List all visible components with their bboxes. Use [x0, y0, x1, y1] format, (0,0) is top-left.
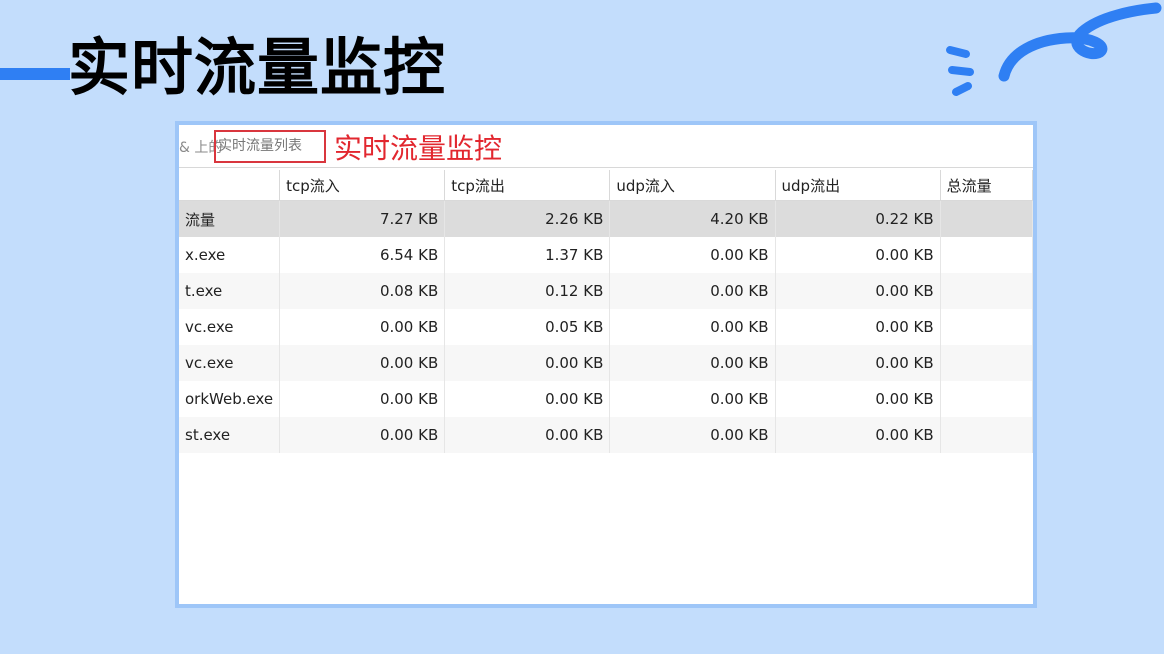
- screenshot-frame: & 上的 实时流量列表 实时流量监控 tcp流入 tcp流出 udp流入 udp…: [175, 121, 1037, 608]
- udp-in-value: 0.00 KB: [609, 309, 776, 345]
- tcp-in-value: 7.27 KB: [279, 200, 446, 237]
- table-header-row: tcp流入 tcp流出 udp流入 udp流出 总流量: [179, 170, 1033, 201]
- tcp-in-value: 6.54 KB: [279, 237, 446, 273]
- udp-out-value: 0.00 KB: [775, 237, 941, 273]
- total-value: [940, 345, 1033, 381]
- tcp-out-value: 0.05 KB: [444, 309, 611, 345]
- udp-out-value: 0.00 KB: [775, 345, 941, 381]
- udp-in-value: 0.00 KB: [609, 417, 776, 453]
- total-value: [940, 309, 1033, 345]
- process-name: st.exe: [179, 417, 281, 453]
- udp-out-value: 0.22 KB: [775, 200, 941, 237]
- column-header-tcp-out[interactable]: tcp流出: [444, 170, 611, 201]
- slide-title: 实时流量监控: [68, 31, 447, 104]
- process-name: x.exe: [179, 237, 281, 273]
- tcp-out-value: 0.00 KB: [444, 417, 611, 453]
- tcp-in-value: 0.00 KB: [279, 381, 446, 417]
- total-value: [940, 381, 1033, 417]
- total-value: [940, 417, 1033, 453]
- tcp-out-value: 0.12 KB: [444, 273, 611, 309]
- udp-in-value: 4.20 KB: [609, 200, 776, 237]
- table-row[interactable]: t.exe 0.08 KB 0.12 KB 0.00 KB 0.00 KB: [179, 273, 1033, 309]
- column-header-udp-in[interactable]: udp流入: [609, 170, 776, 201]
- screenshot-header: & 上的 实时流量列表 实时流量监控: [179, 125, 1033, 168]
- table-row[interactable]: st.exe 0.00 KB 0.00 KB 0.00 KB 0.00 KB: [179, 417, 1033, 453]
- total-value: [940, 273, 1033, 309]
- table-row[interactable]: vc.exe 0.00 KB 0.05 KB 0.00 KB 0.00 KB: [179, 309, 1033, 345]
- total-value: [940, 200, 1033, 237]
- udp-in-value: 0.00 KB: [609, 237, 776, 273]
- table-row[interactable]: vc.exe 0.00 KB 0.00 KB 0.00 KB 0.00 KB: [179, 345, 1033, 381]
- table-row[interactable]: 流量 7.27 KB 2.26 KB 4.20 KB 0.22 KB: [179, 200, 1033, 237]
- udp-in-value: 0.00 KB: [609, 273, 776, 309]
- title-accent-line: [0, 68, 70, 80]
- total-value: [940, 237, 1033, 273]
- process-name: 流量: [179, 200, 281, 237]
- udp-out-value: 0.00 KB: [775, 273, 941, 309]
- udp-out-value: 0.00 KB: [775, 381, 941, 417]
- tcp-out-value: 1.37 KB: [444, 237, 611, 273]
- tcp-in-value: 0.00 KB: [279, 309, 446, 345]
- column-header-udp-out[interactable]: udp流出: [775, 170, 941, 201]
- column-header-total[interactable]: 总流量: [940, 170, 1033, 201]
- udp-out-value: 0.00 KB: [775, 417, 941, 453]
- process-name: t.exe: [179, 273, 281, 309]
- tcp-out-value: 0.00 KB: [444, 345, 611, 381]
- table-row[interactable]: x.exe 6.54 KB 1.37 KB 0.00 KB 0.00 KB: [179, 237, 1033, 273]
- tcp-out-value: 2.26 KB: [444, 200, 611, 237]
- process-name: vc.exe: [179, 345, 281, 381]
- udp-in-value: 0.00 KB: [609, 381, 776, 417]
- process-name: vc.exe: [179, 309, 281, 345]
- realtime-list-tab[interactable]: 实时流量列表: [214, 130, 326, 163]
- process-name: orkWeb.exe: [179, 381, 281, 417]
- table-row[interactable]: orkWeb.exe 0.00 KB 0.00 KB 0.00 KB 0.00 …: [179, 381, 1033, 417]
- tcp-in-value: 0.08 KB: [279, 273, 446, 309]
- tcp-out-value: 0.00 KB: [444, 381, 611, 417]
- squiggle-swirl-icon: [946, 2, 1162, 96]
- tcp-in-value: 0.00 KB: [279, 417, 446, 453]
- udp-out-value: 0.00 KB: [775, 309, 941, 345]
- tcp-in-value: 0.00 KB: [279, 345, 446, 381]
- callout-label: 实时流量监控: [334, 132, 503, 165]
- udp-in-value: 0.00 KB: [609, 345, 776, 381]
- column-header-tcp-in[interactable]: tcp流入: [279, 170, 446, 201]
- traffic-table: tcp流入 tcp流出 udp流入 udp流出 总流量 流量 7.27 KB 2…: [179, 170, 1033, 453]
- column-header-name[interactable]: [179, 170, 281, 201]
